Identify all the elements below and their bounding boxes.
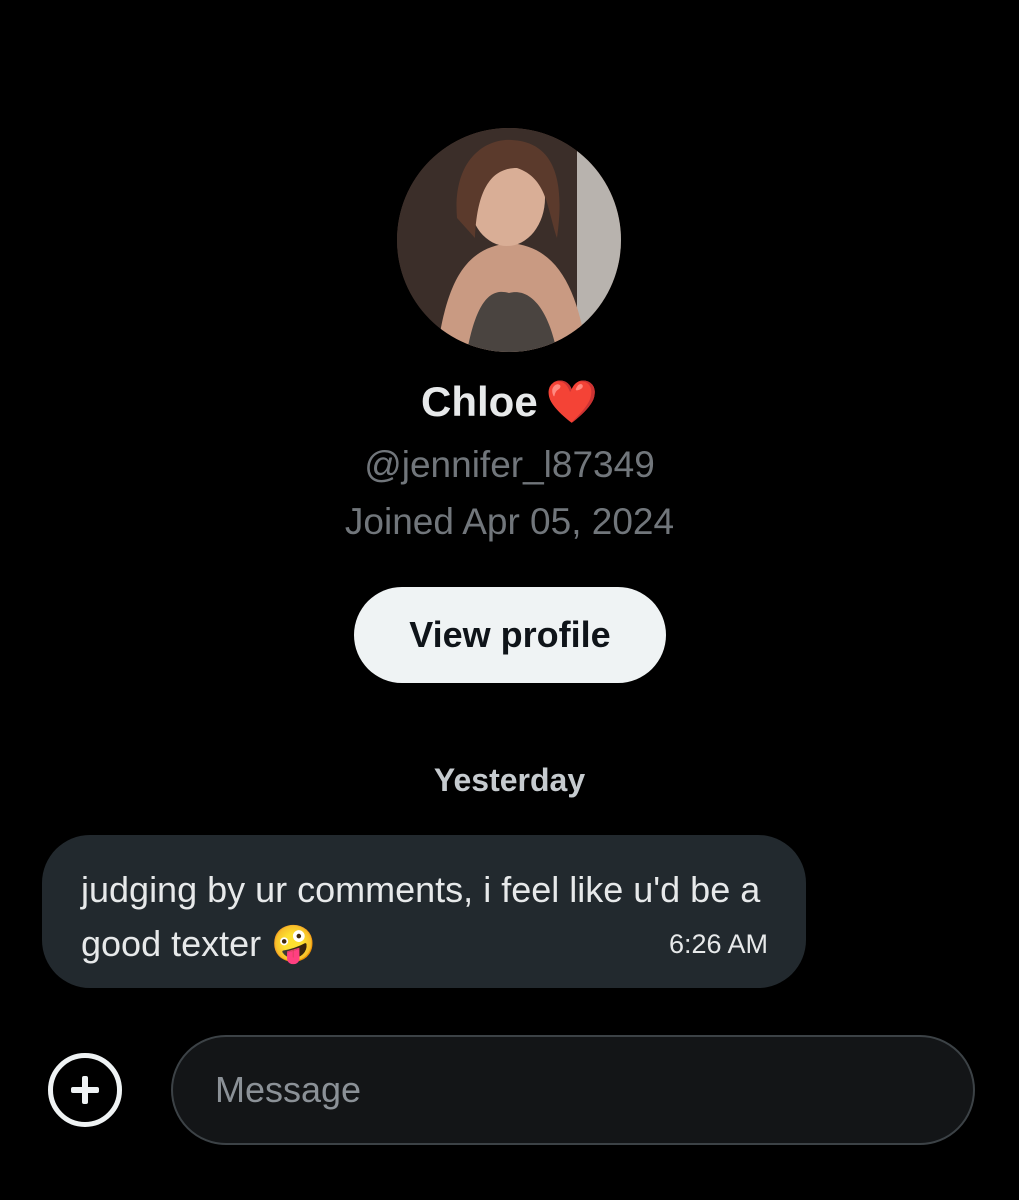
date-separator: Yesterday (433, 762, 586, 798)
display-name: Chloe ❤️ (0, 372, 1019, 432)
avatar[interactable] (397, 128, 621, 352)
heart-emoji: ❤️ (545, 378, 598, 425)
message-input[interactable] (215, 1037, 915, 1143)
plus-icon (71, 1076, 99, 1104)
display-name-text: Chloe (421, 378, 538, 425)
message-bubble[interactable]: judging by ur comments, i feel like u'd … (42, 835, 806, 988)
view-profile-button[interactable]: View profile (354, 587, 666, 683)
message-timestamp: 6:26 AM (668, 929, 768, 959)
user-handle: @jennifer_l87349 (364, 444, 655, 485)
add-attachment-button[interactable] (48, 1053, 122, 1127)
joined-date: Joined Apr 05, 2024 (344, 501, 675, 542)
avatar-image (397, 128, 621, 352)
message-composer[interactable] (171, 1035, 975, 1145)
